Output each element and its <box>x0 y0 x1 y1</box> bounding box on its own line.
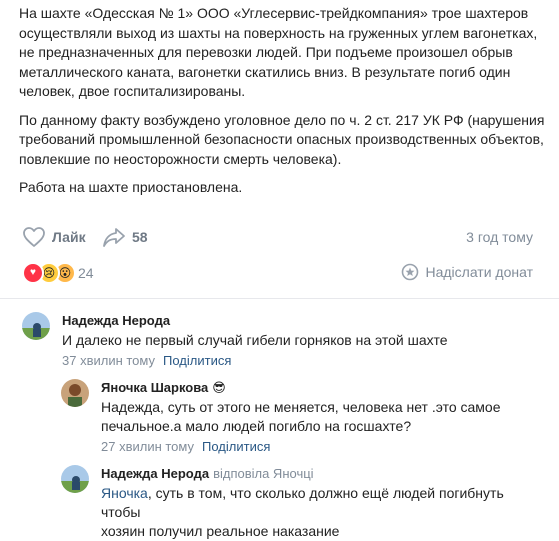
comment-author[interactable]: Надежда Нерода відповіла Яночці <box>101 465 541 482</box>
avatar[interactable] <box>22 312 50 340</box>
comment-body: Надежда Нерода И далеко не первый случай… <box>62 312 448 369</box>
reactions-count[interactable]: 24 <box>78 265 94 281</box>
comment-time[interactable]: 37 хвилин тому <box>62 353 155 368</box>
comment-text-line: печальное.а мало людей погибло на госшах… <box>101 418 412 434</box>
author-name[interactable]: Яночка Шаркова <box>101 379 208 396</box>
comment-text-line: Надежда, суть от этого не меняется, чело… <box>101 399 501 415</box>
post-actions: Лайк 58 3 год тому <box>22 226 537 248</box>
comment-body: Надежда Нерода відповіла Яночці Яночка, с… <box>101 465 541 541</box>
like-button[interactable]: Лайк <box>22 226 86 248</box>
comment-time[interactable]: 27 хвилин тому <box>101 439 194 454</box>
share-arrow-icon <box>103 228 125 247</box>
heart-reaction-icon: ♥ <box>22 262 44 284</box>
avatar[interactable] <box>61 465 89 493</box>
sunglasses-emoji-icon: 😎 <box>212 380 226 395</box>
comment-meta: 37 хвилин тому Поділитися <box>62 353 448 369</box>
comment-text: Яночка, суть в том, что сколько должно е… <box>101 484 541 541</box>
post-text: На шахте «Одесская № 1» ООО «Углесервис-… <box>19 4 549 207</box>
donate-button[interactable]: Надіслати донат <box>401 263 533 281</box>
reactions-bar: ♥ 😢 😮 24 Надіслати донат <box>22 262 537 284</box>
author-name[interactable]: Надежда Нерода <box>62 312 170 329</box>
comment-author[interactable]: Надежда Нерода <box>62 312 448 329</box>
post-paragraph: Работа на шахте приостановлена. <box>19 179 243 195</box>
comment-text-line: хозяин получил реальное наказание <box>101 523 340 539</box>
comment-text: И далеко не первый случай гибели горняко… <box>62 332 448 348</box>
replied-to-label[interactable]: відповіла Яночці <box>213 465 314 482</box>
post-paragraph: По данному факту возбуждено уголовное де… <box>19 111 545 167</box>
comment-author[interactable]: Яночка Шаркова 😎 <box>101 379 501 396</box>
comment-share-link[interactable]: Поділитися <box>163 353 231 368</box>
post-paragraph: На шахте «Одесская № 1» ООО «Углесервис-… <box>19 5 538 99</box>
mention-link[interactable]: Яночка <box>101 485 148 501</box>
heart-outline-icon <box>23 227 45 247</box>
reaction-emojis[interactable]: ♥ 😢 😮 <box>22 262 76 284</box>
like-label: Лайк <box>52 229 86 245</box>
donate-coin-icon <box>402 263 419 281</box>
comment-text-rest: , суть в том, что сколько должно ещё люд… <box>101 485 504 520</box>
comment-meta: 27 хвилин тому Поділитися <box>101 439 501 455</box>
share-button[interactable]: 58 <box>102 226 148 248</box>
comment-text: Надежда, суть от этого не меняется, чело… <box>101 398 501 436</box>
comment-text-line: Яночка, суть в том, что сколько должно е… <box>101 484 541 522</box>
author-name[interactable]: Надежда Нерода <box>101 465 209 482</box>
avatar[interactable] <box>61 379 89 407</box>
comment-share-link[interactable]: Поділитися <box>202 439 270 454</box>
share-count: 58 <box>132 229 148 245</box>
divider <box>0 298 559 299</box>
donate-label: Надіслати донат <box>425 264 533 280</box>
post-time[interactable]: 3 год тому <box>466 229 533 245</box>
comment-body: Яночка Шаркова 😎 Надежда, суть от этого н… <box>101 379 501 455</box>
